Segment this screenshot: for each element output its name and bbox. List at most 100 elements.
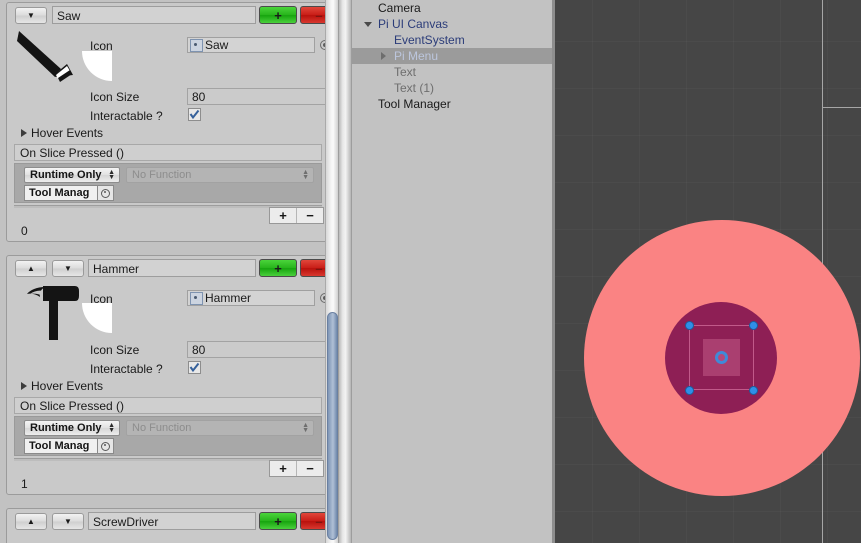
inspector-panel: ▼ Saw + – Icon Saw Icon Size 80 Interact… xyxy=(0,0,338,543)
listener-function-label-1: No Function xyxy=(132,422,192,434)
icon-object-value-1: Hammer xyxy=(205,291,252,305)
event-remove-button-0[interactable]: − xyxy=(296,208,323,223)
selection-handle-bottom-right[interactable] xyxy=(749,386,758,395)
hierarchy-row-label: EventSystem xyxy=(394,32,465,47)
hierarchy-row-eventsystem[interactable]: EventSystem xyxy=(352,32,555,48)
listener-object-field-0[interactable]: Tool Manag xyxy=(24,185,114,201)
listener-function-dropdown-1[interactable]: No Function ▲ ▼ xyxy=(126,420,314,436)
hierarchy-row-label: Text (1) xyxy=(394,80,435,95)
scene-view[interactable] xyxy=(555,0,861,543)
interactable-checkbox-1[interactable] xyxy=(188,361,201,374)
slice-card-2: ▲ ▼ ScrewDriver + – xyxy=(6,508,338,543)
hierarchy-row-pi-menu[interactable]: Pi Menu xyxy=(352,48,555,64)
interactable-checkbox-0[interactable] xyxy=(188,108,201,121)
event-listener-row-1: Runtime Only ▲ ▼ No Function ▲ ▼ Tool Mana… xyxy=(14,416,322,456)
hover-events-label-0: Hover Events xyxy=(31,126,104,140)
hierarchy-row-label: Pi UI Canvas xyxy=(378,16,449,31)
triangle-glyph xyxy=(381,52,386,60)
slice-card-1: ▲ ▼ Hammer + – Icon Hammer Icon Size 80 … xyxy=(6,255,338,495)
icon-size-label-1: Icon Size xyxy=(90,343,140,357)
hover-events-foldout-1[interactable]: Hover Events xyxy=(21,379,103,393)
canvas-outline-top xyxy=(822,0,861,108)
icon-size-label-0: Icon Size xyxy=(90,90,140,104)
unity-editor-window: ▼ Saw + – Icon Saw Icon Size 80 Interact… xyxy=(0,0,861,543)
selection-handle-bottom-left[interactable] xyxy=(685,386,694,395)
hover-events-foldout-0[interactable]: Hover Events xyxy=(21,126,103,140)
triangle-glyph xyxy=(363,21,372,27)
chevron-right-icon-0 xyxy=(21,129,27,137)
listener-object-label-1: Tool Manag xyxy=(29,440,90,452)
chevron-down-icon[interactable] xyxy=(362,21,373,27)
icon-object-field-1[interactable]: Hammer xyxy=(187,290,315,306)
icon-object-value-0: Saw xyxy=(205,38,229,52)
listener-object-field-1[interactable]: Tool Manag xyxy=(24,438,114,454)
slice-index-0: 0 xyxy=(21,224,28,238)
updown-arrows-dim-icon-0: ▲ ▼ xyxy=(302,169,309,181)
selection-handle-top-right[interactable] xyxy=(749,321,758,330)
listener-mode-dropdown-0[interactable]: Runtime Only ▲ ▼ xyxy=(24,167,120,183)
hierarchy-panel: Camera Pi UI Canvas EventSystem Pi Menu Text… xyxy=(352,0,555,543)
event-listener-row-0: Runtime Only ▲ ▼ No Function ▲ ▼ Tool Mana… xyxy=(14,163,322,203)
slice-name-field-2[interactable]: ScrewDriver xyxy=(88,512,256,530)
panel-divider-left[interactable] xyxy=(338,0,352,543)
inspector-scrollbar-thumb[interactable] xyxy=(327,312,338,540)
chevron-right-icon-1 xyxy=(21,382,27,390)
event-remove-button-1[interactable]: − xyxy=(296,461,323,476)
event-list-addremove-1: + − xyxy=(269,460,324,477)
slice-add-button-1[interactable]: + xyxy=(259,259,297,277)
listener-function-label-0: No Function xyxy=(132,169,192,181)
updown-arrows-icon-0: ▲ ▼ xyxy=(108,169,115,181)
slice-moveup-button-1[interactable]: ▲ xyxy=(15,260,47,277)
event-add-button-0[interactable]: + xyxy=(270,208,296,223)
hierarchy-row-label: Tool Manager xyxy=(378,96,451,111)
interactable-label-1: Interactable ? xyxy=(90,362,163,376)
slice-index-1: 1 xyxy=(21,477,28,491)
hierarchy-row-camera[interactable]: Camera xyxy=(352,0,555,16)
hover-events-label-1: Hover Events xyxy=(31,379,104,393)
hierarchy-row-text-1[interactable]: Text (1) xyxy=(352,80,555,96)
icon-object-field-0[interactable]: Saw xyxy=(187,37,315,53)
sprite-icon-1 xyxy=(190,291,203,305)
hierarchy-row-pi-ui-canvas[interactable]: Pi UI Canvas xyxy=(352,16,555,32)
slice-header-0: ▼ Saw + – xyxy=(7,3,338,27)
inspector-scrollbar-track[interactable] xyxy=(325,0,338,543)
slice-name-field-0[interactable]: Saw xyxy=(52,6,256,24)
slice-add-button-0[interactable]: + xyxy=(259,6,297,24)
white-wedge-decoration-0 xyxy=(82,51,112,81)
checkmark-icon-0 xyxy=(189,109,200,120)
slice-header-2: ▲ ▼ ScrewDriver + – xyxy=(7,509,338,533)
saw-icon xyxy=(17,31,73,82)
slice-header-1: ▲ ▼ Hammer + – xyxy=(7,256,338,280)
hierarchy-row-text[interactable]: Text xyxy=(352,64,555,80)
hierarchy-row-label: Pi Menu xyxy=(394,48,439,63)
icon-size-field-0[interactable]: 80 xyxy=(187,88,333,105)
event-header-1: On Slice Pressed () xyxy=(14,397,322,414)
pivot-handle-icon[interactable] xyxy=(715,351,728,364)
slice-collapse-button-1[interactable]: ▼ xyxy=(52,260,84,277)
updown-arrows-icon-1: ▲ ▼ xyxy=(108,422,115,434)
event-list-addremove-0: + − xyxy=(269,207,324,224)
selection-handle-top-left[interactable] xyxy=(685,321,694,330)
hierarchy-row-tool-manager[interactable]: Tool Manager xyxy=(352,96,555,112)
listener-mode-dropdown-1[interactable]: Runtime Only ▲ ▼ xyxy=(24,420,120,436)
slice-add-button-2[interactable]: + xyxy=(259,512,297,530)
slice-collapse-button-0[interactable]: ▼ xyxy=(15,7,47,24)
sprite-icon-0 xyxy=(190,38,203,52)
chevron-right-icon[interactable] xyxy=(378,52,389,60)
hammer-icon xyxy=(27,286,79,340)
white-wedge-decoration-1 xyxy=(82,303,112,333)
interactable-label-0: Interactable ? xyxy=(90,109,163,123)
icon-size-field-1[interactable]: 80 xyxy=(187,341,333,358)
slice-card-0: ▼ Saw + – Icon Saw Icon Size 80 Interact… xyxy=(6,2,338,242)
checkmark-icon-1 xyxy=(189,362,200,373)
hierarchy-row-label: Text xyxy=(394,64,417,79)
event-add-button-1[interactable]: + xyxy=(270,461,296,476)
object-picker-icon-0[interactable] xyxy=(97,186,113,200)
listener-object-label-0: Tool Manag xyxy=(29,187,90,199)
slice-moveup-button-2[interactable]: ▲ xyxy=(15,513,47,530)
listener-function-dropdown-0[interactable]: No Function ▲ ▼ xyxy=(126,167,314,183)
updown-arrows-dim-icon-1: ▲ ▼ xyxy=(302,422,309,434)
object-picker-icon-1[interactable] xyxy=(97,439,113,453)
slice-name-field-1[interactable]: Hammer xyxy=(88,259,256,277)
slice-collapse-button-2[interactable]: ▼ xyxy=(52,513,84,530)
